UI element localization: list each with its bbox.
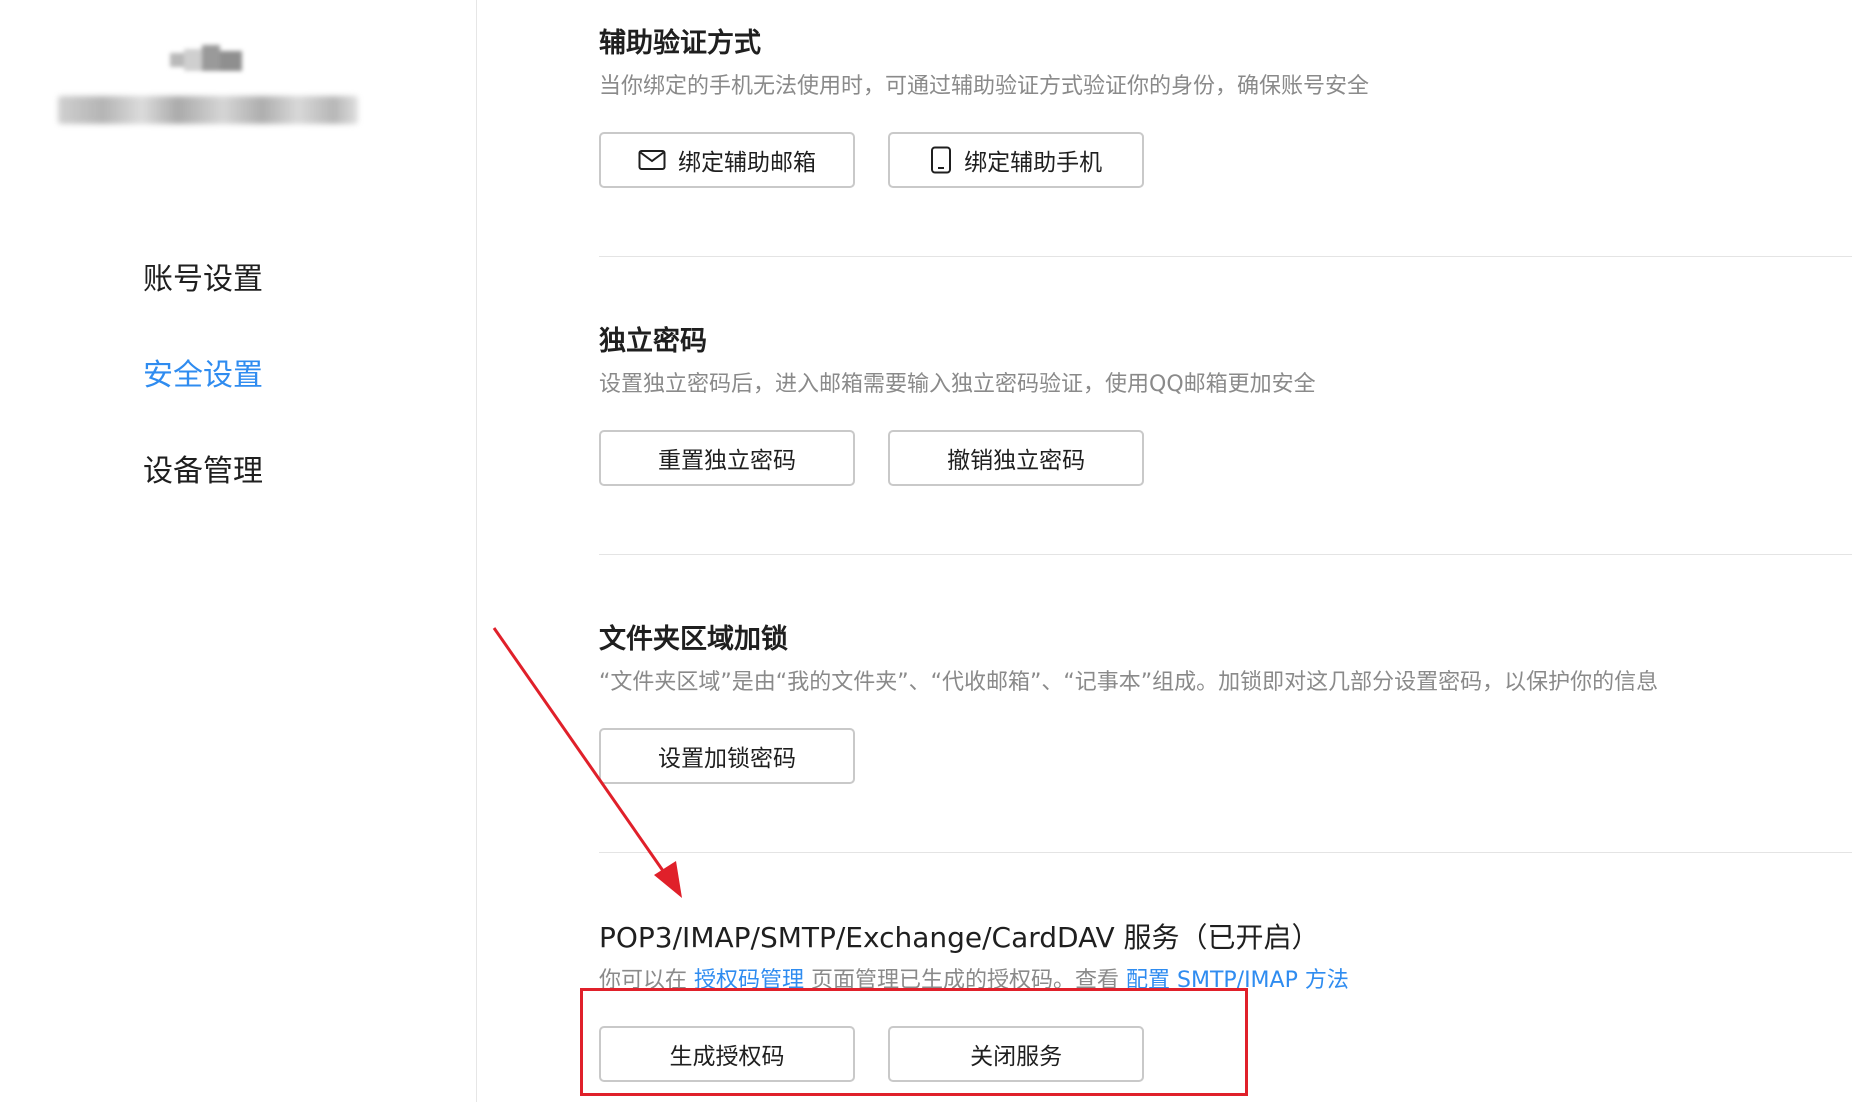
section-title: 文件夹区域加锁 xyxy=(599,624,788,655)
sidebar: 账号设置 安全设置 设备管理 xyxy=(0,0,477,1102)
account-email-redacted xyxy=(58,96,358,124)
button-row: 绑定辅助邮箱 绑定辅助手机 xyxy=(599,132,1852,188)
desc-text: 页面管理已生成的授权码。查看 xyxy=(804,968,1127,993)
desc-text: 你可以在 xyxy=(599,968,694,993)
section-mail-services: POP3/IMAP/SMTP/Exchange/CardDAV 服务（已开启） … xyxy=(599,920,1852,1082)
button-row: 生成授权码 关闭服务 xyxy=(599,1026,1852,1082)
button-label: 绑定辅助手机 xyxy=(964,150,1103,176)
main-content: 辅助验证方式 当你绑定的手机无法使用时，可通过辅助验证方式验证你的身份，确保账号… xyxy=(599,0,1852,1102)
bind-aux-email-button[interactable]: 绑定辅助邮箱 xyxy=(599,132,855,188)
button-row: 重置独立密码 撤销独立密码 xyxy=(599,430,1852,486)
mail-icon xyxy=(638,149,666,171)
section-description: 当你绑定的手机无法使用时，可通过辅助验证方式验证你的身份，确保账号安全 xyxy=(599,74,1370,99)
section-independent-password: 独立密码 设置独立密码后，进入邮箱需要输入独立密码验证，使用QQ邮箱更加安全 重… xyxy=(599,324,1852,486)
revoke-independent-password-button[interactable]: 撤销独立密码 xyxy=(888,430,1145,486)
button-row: 设置加锁密码 xyxy=(599,728,1852,784)
section-title: 独立密码 xyxy=(599,326,707,357)
nav-item-security-settings[interactable]: 安全设置 xyxy=(143,356,263,396)
divider xyxy=(599,852,1852,853)
section-description: 设置独立密码后，进入邮箱需要输入独立密码验证，使用QQ邮箱更加安全 xyxy=(599,372,1316,397)
smtp-imap-config-link[interactable]: 配置 SMTP/IMAP 方法 xyxy=(1126,968,1349,993)
security-settings-page: 账号设置 安全设置 设备管理 辅助验证方式 当你绑定的手机无法使用时，可通过辅助… xyxy=(0,0,1852,1102)
section-description: 你可以在 授权码管理 页面管理已生成的授权码。查看 配置 SMTP/IMAP 方… xyxy=(599,966,1852,996)
settings-nav: 账号设置 安全设置 设备管理 xyxy=(143,260,263,548)
section-description: “文件夹区域”是由“我的文件夹”、“代收邮箱”、“记事本”组成。加锁即对这几部分… xyxy=(599,670,1659,695)
section-title: POP3/IMAP/SMTP/Exchange/CardDAV 服务（已开启） xyxy=(599,921,1320,954)
phone-icon xyxy=(930,146,952,174)
generate-auth-code-button[interactable]: 生成授权码 xyxy=(599,1026,855,1082)
bind-aux-phone-button[interactable]: 绑定辅助手机 xyxy=(888,132,1145,188)
avatar xyxy=(170,45,248,75)
section-aux-verification: 辅助验证方式 当你绑定的手机无法使用时，可通过辅助验证方式验证你的身份，确保账号… xyxy=(599,26,1852,188)
button-label: 绑定辅助邮箱 xyxy=(678,150,816,176)
set-lock-password-button[interactable]: 设置加锁密码 xyxy=(599,728,855,784)
reset-independent-password-button[interactable]: 重置独立密码 xyxy=(599,430,855,486)
nav-item-account-settings[interactable]: 账号设置 xyxy=(143,260,263,300)
section-title: 辅助验证方式 xyxy=(599,28,761,59)
divider xyxy=(599,554,1852,555)
section-folder-lock: 文件夹区域加锁 “文件夹区域”是由“我的文件夹”、“代收邮箱”、“记事本”组成。… xyxy=(599,622,1852,784)
nav-item-device-management[interactable]: 设备管理 xyxy=(143,452,263,492)
auth-code-management-link[interactable]: 授权码管理 xyxy=(694,968,804,993)
divider xyxy=(599,256,1852,257)
close-service-button[interactable]: 关闭服务 xyxy=(888,1026,1145,1082)
